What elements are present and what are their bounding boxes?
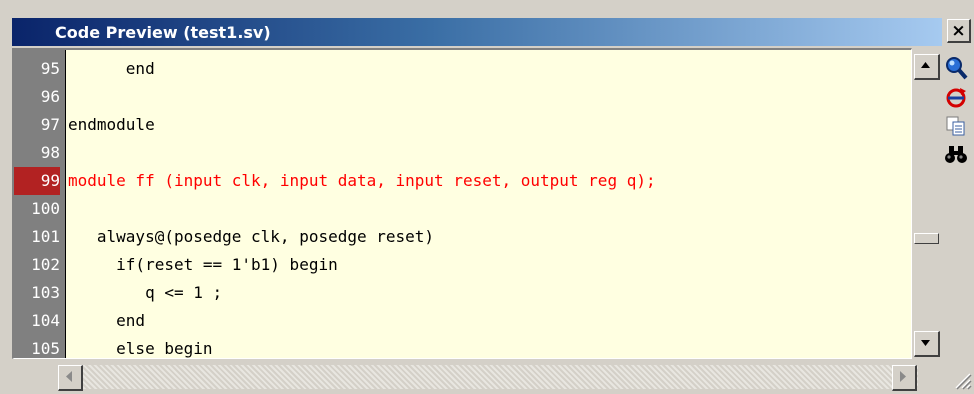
line-number: 97	[40, 115, 60, 134]
line-number: 98	[40, 143, 60, 162]
resize-grip-icon[interactable]	[952, 370, 972, 390]
zoom-button[interactable]	[942, 54, 970, 82]
close-icon: ×	[951, 20, 966, 41]
vertical-scroll-thumb[interactable]	[914, 233, 939, 244]
refresh-icon	[946, 88, 966, 108]
line-number: 104	[31, 311, 60, 330]
line-number: 102	[31, 255, 60, 274]
line-number: 100	[31, 199, 60, 218]
line-number-gutter: 95 96 97 98 99 100 101 102 103 104 105	[14, 50, 66, 358]
binoculars-icon	[945, 146, 967, 163]
scroll-up-button[interactable]	[914, 54, 940, 80]
find-button[interactable]	[942, 140, 970, 168]
close-button[interactable]: ×	[947, 19, 971, 43]
line-number: 99	[14, 167, 60, 195]
scroll-left-button[interactable]	[58, 365, 83, 391]
arrow-down-icon	[921, 340, 930, 346]
vertical-scrollbar[interactable]	[913, 48, 940, 359]
line-number: 101	[31, 227, 60, 246]
code-line: q <= 1 ;	[68, 283, 223, 302]
line-number: 103	[31, 283, 60, 302]
code-line: always@(posedge clk, posedge reset)	[68, 227, 435, 246]
code-line: if(reset == 1'b1) begin	[68, 255, 338, 274]
line-number: 95	[40, 59, 60, 78]
code-line: endmodule	[68, 115, 155, 134]
refresh-button[interactable]	[942, 84, 970, 112]
horizontal-scrollbar[interactable]	[58, 365, 918, 391]
scroll-down-button[interactable]	[914, 331, 940, 357]
line-number: 96	[40, 87, 60, 106]
code-line: else begin	[68, 339, 213, 358]
copy-icon	[946, 116, 965, 136]
line-number: 105	[31, 339, 60, 358]
code-line: end	[68, 59, 155, 78]
code-line-highlighted: module ff (input clk, input data, input …	[68, 171, 656, 190]
arrow-right-icon	[900, 371, 906, 382]
code-line: end	[68, 311, 146, 330]
magnifier-icon	[946, 57, 968, 80]
arrow-left-icon	[66, 371, 72, 382]
window-title: Code Preview (test1.sv)	[55, 23, 271, 42]
copy-button[interactable]	[942, 112, 970, 140]
code-editor[interactable]: 95 96 97 98 99 100 101 102 103 104 105 end endmodul…	[12, 48, 912, 359]
arrow-up-icon	[921, 62, 930, 68]
scroll-right-button[interactable]	[892, 365, 917, 391]
